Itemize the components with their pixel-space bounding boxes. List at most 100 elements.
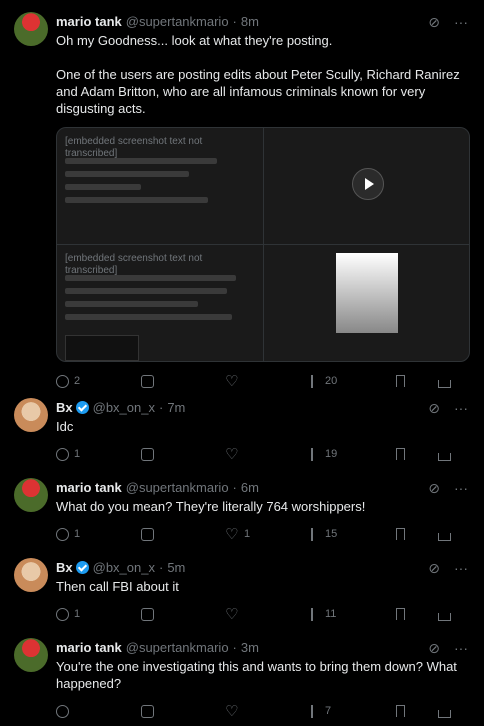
repost-button[interactable]	[141, 527, 169, 541]
grok-icon[interactable]: ⊘	[428, 640, 440, 657]
share-button[interactable]	[438, 608, 466, 621]
views-button[interactable]: 15	[311, 527, 339, 541]
post[interactable]: ⊘ ··· mario tank @supertankmario · 8m Oh…	[0, 0, 484, 390]
bookmark-button[interactable]	[396, 608, 424, 621]
author-name[interactable]: mario tank	[56, 14, 122, 29]
views-button[interactable]: 19	[311, 447, 339, 461]
avatar[interactable]	[14, 638, 48, 672]
author-handle[interactable]: @supertankmario	[126, 480, 229, 495]
post-menu: ⊘ ···	[428, 640, 468, 657]
like-count: 1	[244, 528, 251, 540]
grok-icon[interactable]: ⊘	[428, 560, 440, 577]
author-handle[interactable]: @supertankmario	[126, 14, 229, 29]
avatar[interactable]	[14, 12, 48, 46]
repost-icon	[141, 447, 154, 461]
post-body: Bx @bx_on_x · 5m Then call FBI about it …	[56, 558, 468, 629]
media-grid[interactable]: [embedded screenshot text not transcribe…	[56, 127, 470, 362]
repost-button[interactable]	[141, 447, 169, 461]
views-count: 19	[325, 448, 338, 460]
grok-icon[interactable]: ⊘	[428, 400, 440, 417]
more-icon[interactable]: ···	[454, 640, 468, 657]
reply-button[interactable]: 1	[56, 607, 84, 621]
more-icon[interactable]: ···	[454, 400, 468, 417]
timestamp[interactable]: 6m	[241, 480, 259, 495]
post-body: Bx @bx_on_x · 7m Idc 1 19	[56, 398, 468, 469]
post[interactable]: ⊘ ··· Bx @bx_on_x · 5m Then call FBI abo…	[0, 546, 484, 626]
verified-badge-icon	[75, 560, 89, 574]
author-name[interactable]: mario tank	[56, 640, 122, 655]
reply-icon	[56, 607, 69, 621]
views-icon	[311, 607, 320, 621]
avatar[interactable]	[14, 558, 48, 592]
timestamp[interactable]: 3m	[241, 640, 259, 655]
verified-badge-icon	[75, 400, 89, 414]
repost-icon	[141, 607, 154, 621]
author-name[interactable]: mario tank	[56, 480, 122, 495]
like-button[interactable]: 1	[225, 525, 254, 543]
right-actions	[396, 448, 466, 461]
redaction-note: [embedded screenshot text not transcribe…	[65, 253, 203, 276]
more-icon[interactable]: ···	[454, 480, 468, 497]
like-button[interactable]	[225, 605, 254, 623]
timestamp[interactable]: 5m	[167, 560, 185, 575]
share-button[interactable]	[438, 528, 466, 541]
author-handle[interactable]: @supertankmario	[126, 640, 229, 655]
like-button[interactable]	[225, 445, 254, 463]
reply-button[interactable]	[56, 704, 84, 718]
views-button[interactable]: 11	[311, 607, 339, 621]
repost-icon	[141, 527, 154, 541]
reply-icon	[56, 447, 69, 461]
views-icon	[311, 447, 320, 461]
post-header: mario tank @supertankmario · 8m	[56, 12, 468, 30]
right-actions	[396, 705, 466, 718]
author-handle[interactable]: @bx_on_x	[93, 560, 155, 575]
share-icon	[438, 709, 451, 718]
bookmark-button[interactable]	[396, 448, 424, 461]
bookmark-button[interactable]	[396, 705, 424, 718]
like-button[interactable]	[225, 702, 254, 720]
pentagram-image	[65, 335, 139, 361]
timestamp[interactable]: 8m	[241, 14, 259, 29]
views-count: 15	[325, 528, 338, 540]
portrait-image	[336, 253, 398, 333]
avatar[interactable]	[14, 478, 48, 512]
separator: ·	[232, 479, 237, 495]
separator: ·	[158, 399, 164, 415]
post-text: Then call FBI about it	[56, 579, 179, 594]
post-body: mario tank @supertankmario · 3m You're t…	[56, 638, 468, 726]
post-body: mario tank @supertankmario · 6m What do …	[56, 478, 468, 549]
media-image-redacted[interactable]: [embedded screenshot text not transcribe…	[57, 128, 263, 244]
bookmark-button[interactable]	[396, 528, 424, 541]
post[interactable]: ⊘ ··· Bx @bx_on_x · 7m Idc 1 19	[0, 386, 484, 466]
grok-icon[interactable]: ⊘	[428, 14, 440, 31]
more-icon[interactable]: ···	[454, 14, 468, 31]
post-text: You're the one investigating this and wa…	[56, 659, 457, 691]
post-text: What do you mean? They're literally 764 …	[56, 499, 366, 514]
repost-button[interactable]	[141, 704, 169, 718]
author-name[interactable]: Bx	[56, 560, 73, 575]
media-image-portrait[interactable]	[264, 245, 469, 361]
action-bar: 1 1 15	[56, 519, 468, 549]
reply-button[interactable]: 1	[56, 527, 84, 541]
play-icon[interactable]	[352, 168, 384, 200]
author-name[interactable]: Bx	[56, 400, 73, 415]
reply-button[interactable]: 1	[56, 447, 84, 461]
post-header: mario tank @supertankmario · 6m	[56, 478, 468, 496]
grok-icon[interactable]: ⊘	[428, 480, 440, 497]
views-button[interactable]: 7	[311, 704, 339, 718]
views-count: 7	[325, 705, 332, 717]
share-button[interactable]	[438, 705, 466, 718]
timestamp[interactable]: 7m	[167, 400, 185, 415]
post[interactable]: ⊘ ··· mario tank @supertankmario · 3m Yo…	[0, 626, 484, 724]
post[interactable]: ⊘ ··· mario tank @supertankmario · 6m Wh…	[0, 466, 484, 546]
bookmark-icon	[396, 528, 405, 540]
avatar[interactable]	[14, 398, 48, 432]
media-video[interactable]	[264, 128, 469, 244]
repost-button[interactable]	[141, 607, 169, 621]
more-icon[interactable]: ···	[454, 560, 468, 577]
author-handle[interactable]: @bx_on_x	[93, 400, 155, 415]
media-image-redacted[interactable]: [embedded screenshot text not transcribe…	[57, 245, 263, 361]
post-menu: ⊘ ···	[428, 400, 468, 417]
reply-count: 1	[74, 608, 81, 620]
share-button[interactable]	[438, 448, 466, 461]
